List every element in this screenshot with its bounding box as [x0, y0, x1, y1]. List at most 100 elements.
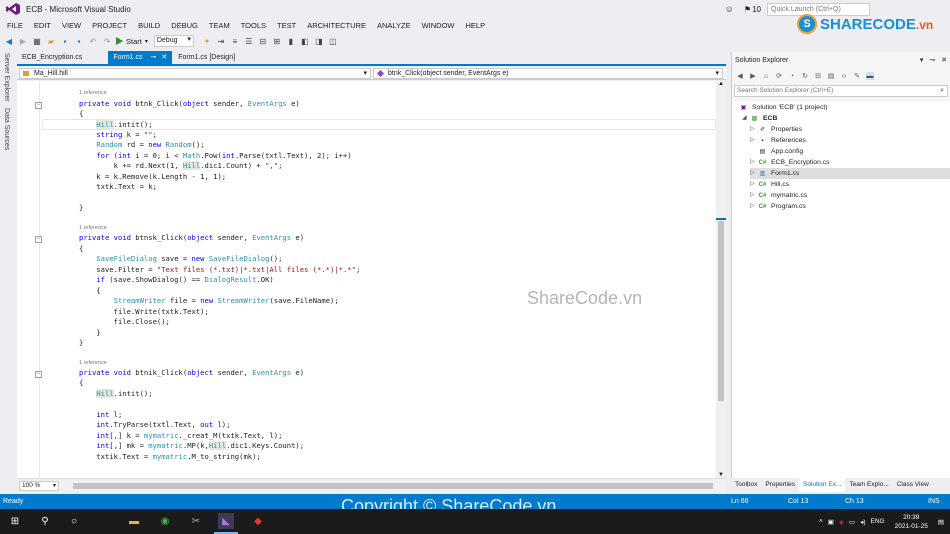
scroll-up-icon[interactable]: ▲: [718, 81, 724, 87]
collapse-icon[interactable]: −: [35, 236, 42, 243]
expand-icon[interactable]: ▷: [750, 135, 758, 146]
volume-icon[interactable]: ◂): [860, 518, 865, 526]
bookmark-icon[interactable]: ▮: [286, 36, 296, 46]
expand-icon[interactable]: ▷: [750, 179, 758, 190]
code-editor[interactable]: 1 reference − private void btnk_Click(ob…: [17, 81, 716, 478]
expand-icon[interactable]: ▷: [750, 124, 758, 135]
collapse-icon[interactable]: −: [35, 371, 42, 378]
view-code-icon[interactable]: ‹›: [840, 72, 848, 80]
search-icon[interactable]: ⌕: [940, 86, 944, 96]
pending-changes-icon[interactable]: ◔: [788, 72, 796, 80]
expand-icon[interactable]: ▷: [750, 201, 758, 212]
app-icon[interactable]: ◆: [250, 513, 266, 529]
tree-item-ecb-encryption[interactable]: ▷ C# ECB_Encryption.cs: [750, 157, 830, 168]
clock[interactable]: 20:39 2021-01-25: [895, 513, 928, 531]
menu-tools[interactable]: TOOLS: [241, 21, 266, 30]
properties-icon[interactable]: ✎: [853, 72, 861, 80]
menu-analyze[interactable]: ANALYZE: [377, 21, 411, 30]
scrollbar-thumb[interactable]: [718, 221, 724, 401]
codelens-reference[interactable]: 1 reference: [79, 90, 107, 96]
dropdown-icon[interactable]: ▾: [920, 57, 924, 64]
member-dropdown[interactable]: btnk_Click(object sender, EventArgs e) ▾: [373, 68, 723, 79]
tree-item-hill[interactable]: ▷ C# Hill.cs: [750, 179, 789, 190]
collapse-all-icon[interactable]: ⊟: [814, 72, 822, 80]
zoom-select[interactable]: 100 % ▾: [19, 481, 59, 491]
tree-item-mymatric[interactable]: ▷ C# mymatric.cs: [750, 190, 807, 201]
solution-search-input[interactable]: Search Solution Explorer (Ctrl+E) ⌕: [734, 85, 948, 97]
server-explorer-tab[interactable]: Server Explorer: [3, 53, 10, 102]
save-icon[interactable]: ▪: [60, 36, 70, 46]
notifications-icon[interactable]: ▤: [938, 518, 944, 526]
browser-link-icon[interactable]: ✦: [202, 36, 212, 46]
tree-solution[interactable]: ▣ Solution 'ECB' (1 project): [739, 102, 828, 113]
shield-icon[interactable]: ◈: [839, 518, 844, 526]
back-icon[interactable]: ◀: [4, 36, 14, 46]
bookmark-clear-icon[interactable]: ◫: [328, 36, 338, 46]
notification-count[interactable]: 10: [752, 5, 761, 14]
format-icon[interactable]: ☰: [244, 36, 254, 46]
menu-build[interactable]: BUILD: [138, 21, 160, 30]
start-button[interactable]: Start ▾: [116, 37, 148, 46]
tab-properties[interactable]: Properties: [761, 478, 799, 492]
expand-icon[interactable]: ▷: [750, 190, 758, 201]
show-all-files-icon[interactable]: ▤: [827, 72, 835, 80]
language-indicator[interactable]: ENG: [871, 518, 885, 525]
tab-class-view[interactable]: Class View: [893, 478, 933, 492]
open-file-icon[interactable]: ▰: [46, 36, 56, 46]
uncomment-icon[interactable]: ⊞: [272, 36, 282, 46]
collapse-icon[interactable]: −: [35, 102, 42, 109]
visual-studio-taskbar-icon[interactable]: ◣: [218, 513, 234, 529]
menu-edit[interactable]: EDIT: [34, 21, 51, 30]
tab-toolbox[interactable]: Toolbox: [731, 478, 761, 492]
menu-view[interactable]: VIEW: [62, 21, 81, 30]
tree-item-app-config[interactable]: ▤ App.config: [750, 146, 803, 157]
tab-solution-explorer[interactable]: Solution Ex...: [799, 478, 846, 492]
search-icon[interactable]: ⚲: [37, 513, 53, 529]
tools-icon[interactable]: ✂: [188, 513, 204, 529]
tab-team-explorer[interactable]: Team Explo...: [845, 478, 892, 492]
menu-test[interactable]: TEST: [277, 21, 296, 30]
feedback-icon[interactable]: ☺: [725, 4, 734, 14]
codelens-reference[interactable]: 1 reference: [79, 225, 107, 231]
comment-icon[interactable]: ⊟: [258, 36, 268, 46]
undo-icon[interactable]: ↶: [88, 36, 98, 46]
tray-chevron-icon[interactable]: ˄: [819, 518, 823, 525]
menu-team[interactable]: TEAM: [209, 21, 230, 30]
forward-icon[interactable]: ▶: [18, 36, 28, 46]
new-project-icon[interactable]: ▦: [32, 36, 42, 46]
tree-item-form1[interactable]: ▷ ▥ Form1.cs: [750, 168, 950, 179]
task-view-icon[interactable]: ○: [66, 513, 82, 529]
sync-icon[interactable]: ⟳: [775, 72, 783, 80]
windows-start-icon[interactable]: ⊞: [7, 513, 23, 529]
tab-ecb-encryption[interactable]: ECB_Encryption.cs: [17, 51, 107, 64]
forward-icon[interactable]: ▶: [749, 72, 757, 80]
menu-file[interactable]: FILE: [7, 21, 23, 30]
menu-debug[interactable]: DEBUG: [171, 21, 198, 30]
expand-icon[interactable]: ◢: [742, 113, 750, 124]
class-dropdown[interactable]: Ma_Hill.hill ▾: [19, 68, 371, 79]
tree-item-references[interactable]: ▷ ▪ References: [750, 135, 806, 146]
editor-vertical-scrollbar[interactable]: ▲ ▼: [716, 81, 726, 478]
pin-icon[interactable]: ⊸: [150, 51, 156, 64]
horizontal-scrollbar-thumb[interactable]: [73, 483, 713, 489]
step-icon[interactable]: ⇥: [216, 36, 226, 46]
tree-item-properties[interactable]: ▷ ✐ Properties: [750, 124, 802, 135]
tree-item-program[interactable]: ▷ C# Program.cs: [750, 201, 806, 212]
menu-window[interactable]: WINDOW: [422, 21, 455, 30]
file-explorer-icon[interactable]: ▬: [126, 513, 142, 529]
pin-icon[interactable]: ⊸: [929, 57, 935, 64]
menu-architecture[interactable]: ARCHITECTURE: [307, 21, 366, 30]
menu-project[interactable]: PROJECT: [92, 21, 127, 30]
tree-project[interactable]: ◢ ▩ ECB: [742, 113, 777, 124]
redo-icon[interactable]: ↷: [102, 36, 112, 46]
back-icon[interactable]: ◀: [736, 72, 744, 80]
save-all-icon[interactable]: ▪: [74, 36, 84, 46]
preview-icon[interactable]: ▬: [866, 72, 874, 80]
tab-form1-cs[interactable]: Form1.cs ⊸ ✕: [108, 51, 173, 64]
expand-icon[interactable]: ▷: [750, 168, 758, 179]
data-sources-tab[interactable]: Data Sources: [3, 108, 10, 150]
bookmark-prev-icon[interactable]: ◧: [300, 36, 310, 46]
solution-config-select[interactable]: Debug: [153, 35, 194, 47]
menu-help[interactable]: HELP: [466, 21, 486, 30]
codelens-reference[interactable]: 1 reference: [79, 360, 107, 366]
